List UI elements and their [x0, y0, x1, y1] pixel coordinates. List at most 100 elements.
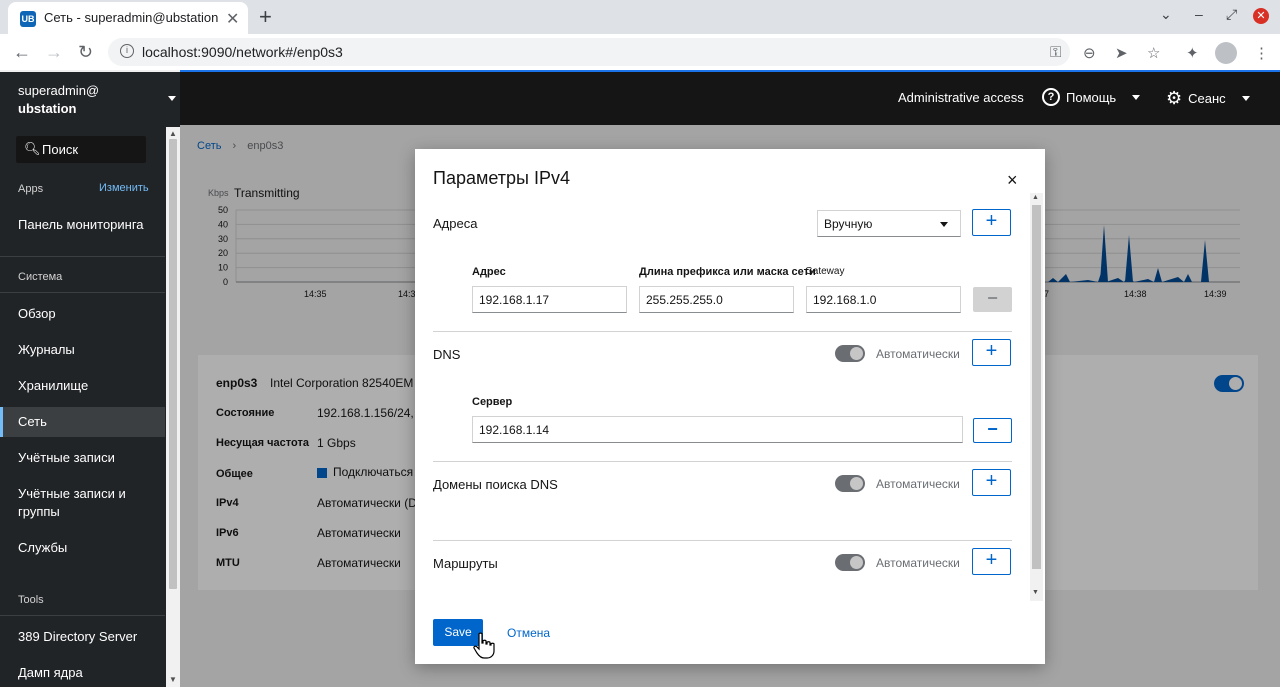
dns-auto-label: Автоматически [876, 347, 960, 361]
remove-dns-button[interactable]: − [973, 418, 1012, 443]
addresses-label: Адреса [433, 216, 478, 231]
browser-tab[interactable]: UB Сеть - superadmin@ubstation ✕ [8, 2, 248, 34]
cockpit-favicon-icon: UB [20, 11, 36, 27]
session-label: Сеанс [1188, 91, 1226, 106]
dns-server-field[interactable]: 192.168.1.14 [472, 416, 963, 443]
tab-title: Сеть - superadmin@ubstation [44, 10, 219, 25]
chevron-down-icon [1241, 96, 1250, 101]
site-info-icon[interactable]: i [120, 44, 134, 58]
dns-search-label: Домены поиска DNS [433, 477, 558, 492]
gateway-field[interactable]: 192.168.1.0 [806, 286, 961, 313]
window-restore-icon[interactable]: ⤢ [1226, 6, 1237, 23]
sidebar-item-services[interactable]: Службы [0, 539, 165, 557]
address-bar-url[interactable]: localhost:9090/network#/enp0s3 [142, 44, 343, 60]
send-icon[interactable]: ➤ [1115, 44, 1128, 62]
edit-apps-link[interactable]: Изменить [99, 182, 149, 194]
tab-close-icon[interactable]: ✕ [226, 9, 239, 29]
sidebar-item-accounts[interactable]: Учётные записи [0, 449, 165, 467]
prefix-field[interactable]: 255.255.255.0 [639, 286, 794, 313]
remove-address-button[interactable]: − [973, 287, 1012, 312]
sidebar-item-389-directory[interactable]: 389 Directory Server [0, 628, 165, 646]
toggle-knob [850, 347, 863, 360]
zoom-icon[interactable]: ⊖ [1083, 44, 1096, 62]
scroll-down-icon[interactable]: ▼ [169, 675, 177, 684]
routes-auto-toggle[interactable] [835, 554, 865, 571]
section-divider [433, 331, 1012, 332]
routes-label: Маршруты [433, 556, 498, 571]
add-route-button[interactable]: + [972, 548, 1011, 575]
window-minimize-icon[interactable]: – [1195, 6, 1203, 22]
scroll-down-icon[interactable]: ▼ [1032, 589, 1039, 596]
sidebar-item-storage[interactable]: Хранилище [0, 377, 165, 395]
search-input[interactable]: 🔍︎ Поиск [16, 136, 146, 163]
gateway-column-label: Gateway [805, 266, 845, 277]
dns-auto-toggle[interactable] [835, 345, 865, 362]
address-bar[interactable]: i localhost:9090/network#/enp0s3 [108, 38, 1070, 66]
help-label: Помощь [1066, 89, 1117, 105]
sidebar-divider [0, 256, 165, 257]
search-icon: 🔍︎ [24, 141, 41, 156]
reload-icon[interactable]: ↻ [78, 42, 93, 63]
close-icon[interactable]: × [1007, 170, 1018, 191]
system-section-label: Система [18, 271, 63, 283]
sidebar-item-kdump[interactable]: Дамп ядра [0, 664, 165, 682]
sidebar-item-users-groups[interactable]: Учётные записи и группы [0, 485, 140, 521]
toggle-knob [850, 556, 863, 569]
dns-search-auto-toggle[interactable] [835, 475, 865, 492]
new-tab-plus-icon[interactable]: + [259, 4, 272, 30]
scrollbar-thumb[interactable] [1032, 205, 1041, 569]
scrollbar-thumb[interactable] [169, 139, 177, 589]
window-close-icon[interactable]: ✕ [1253, 8, 1269, 24]
back-arrow-icon[interactable]: ← [13, 42, 31, 63]
section-divider [433, 540, 1012, 541]
browser-menu-icon[interactable]: ⋮ [1254, 44, 1269, 62]
sidebar-item-overview[interactable]: Обзор [0, 305, 165, 323]
scroll-up-icon[interactable]: ▲ [1032, 194, 1039, 201]
routes-auto-label: Автоматически [876, 556, 960, 570]
method-select[interactable]: Вручную [817, 210, 961, 237]
method-select-value: Вручную [824, 217, 873, 231]
session-menu-button[interactable]: ⚙ Сеанс [1166, 88, 1250, 109]
gear-icon: ⚙ [1166, 88, 1183, 108]
dialog-title: Параметры IPv4 [433, 168, 570, 188]
scroll-up-icon[interactable]: ▲ [169, 129, 177, 138]
sidebar: superadmin@ ubstation 🔍︎ Поиск Apps Изме… [0, 72, 180, 687]
key-icon[interactable]: ⚿ [1050, 44, 1061, 61]
apps-section-label: Apps [18, 183, 44, 195]
help-menu-button[interactable]: ? Помощь [1042, 88, 1141, 106]
tab-search-chevron-icon[interactable]: ⌄ [1160, 6, 1172, 23]
toggle-knob [850, 477, 863, 490]
section-divider [433, 461, 1012, 462]
help-question-icon: ? [1042, 88, 1060, 106]
sidebar-divider [0, 615, 165, 616]
search-placeholder: Поиск [42, 142, 79, 157]
add-dns-button[interactable]: + [972, 339, 1011, 366]
bookmark-star-icon[interactable]: ☆ [1147, 44, 1160, 62]
cancel-button[interactable]: Отмена [507, 626, 550, 640]
sidebar-item-network[interactable]: Сеть [0, 407, 165, 437]
prefix-column-label: Длина префикса или маска сети [639, 266, 816, 278]
extensions-puzzle-icon[interactable]: ✦ [1186, 44, 1199, 62]
address-field[interactable]: 192.168.1.17 [472, 286, 627, 313]
chevron-down-icon [940, 222, 948, 227]
add-dns-search-button[interactable]: + [972, 469, 1011, 496]
forward-arrow-icon[interactable]: → [45, 42, 63, 63]
hand-cursor-icon [473, 632, 495, 659]
chevron-down-icon[interactable] [168, 96, 176, 101]
dialog-scrollbar[interactable]: ▲ ▼ [1030, 193, 1043, 601]
add-address-button[interactable]: + [972, 209, 1011, 236]
host-name: ubstation [18, 101, 77, 116]
address-column-label: Адрес [472, 266, 506, 278]
dialog-body: Адреса Вручную + Адрес Длина префикса ил… [433, 193, 1030, 601]
chevron-down-icon [1132, 94, 1141, 100]
profile-avatar-icon[interactable] [1215, 42, 1237, 64]
sidebar-item-dashboard[interactable]: Панель мониторинга [0, 216, 165, 234]
sidebar-item-logs[interactable]: Журналы [0, 341, 165, 359]
administrative-access-button[interactable]: Administrative access [898, 90, 1024, 105]
dns-search-auto-label: Автоматически [876, 477, 960, 491]
server-column-label: Сервер [472, 396, 513, 408]
host-switcher[interactable]: superadmin@ ubstation [18, 82, 99, 118]
sidebar-divider [0, 292, 165, 293]
sidebar-scrollbar[interactable]: ▲ ▼ [166, 127, 180, 687]
host-user: superadmin@ [18, 83, 100, 98]
